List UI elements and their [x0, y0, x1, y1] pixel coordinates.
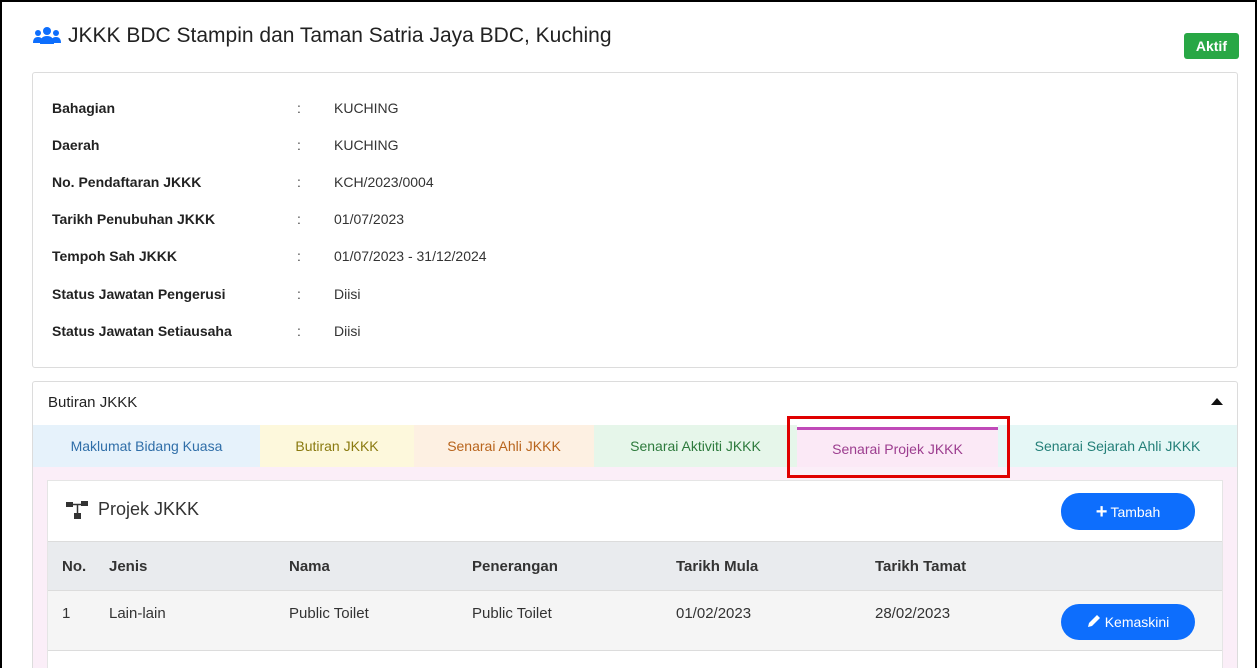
tab-senarai-sejarah-ahli[interactable]: Senarai Sejarah Ahli JKKK [998, 425, 1237, 467]
info-colon: : [297, 248, 301, 264]
info-colon: : [297, 211, 301, 227]
info-value: 01/07/2023 [334, 211, 405, 227]
cell-tarikh-mula: 01/02/2023 [676, 605, 752, 622]
info-label: Tempoh Sah JKKK [52, 248, 177, 264]
col-nama: Nama [289, 558, 330, 575]
page-header: JKKK BDC Stampin dan Taman Satria Jaya B… [2, 2, 1255, 70]
col-no: No. [62, 558, 87, 575]
info-card: Bahagian : KUCHING Daerah : KUCHING No. … [32, 72, 1238, 368]
info-row-status-setiausaha: Status Jawatan Setiausaha : Diisi [52, 320, 360, 342]
info-label: Tarikh Penubuhan JKKK [52, 211, 216, 227]
col-penerangan: Penerangan [472, 558, 558, 575]
info-label: Bahagian [52, 100, 116, 116]
tab-butiran-jkkk[interactable]: Butiran JKKK [260, 425, 414, 467]
info-label: Status Jawatan Setiausaha [52, 323, 232, 339]
tab-bar: Maklumat Bidang Kuasa Butiran JKKK Senar… [33, 425, 1237, 467]
edit-button-label: Kemaskini [1104, 614, 1170, 630]
add-button-label: Tambah [1110, 503, 1161, 520]
edit-button[interactable]: Kemaskini [1061, 604, 1195, 640]
cell-no: 1 [62, 605, 71, 622]
col-tarikh-mula: Tarikh Mula [676, 558, 759, 575]
info-label: Daerah [52, 137, 100, 153]
page-title: JKKK BDC Stampin dan Taman Satria Jaya B… [68, 24, 612, 47]
pencil-icon [1087, 614, 1101, 631]
tab-senarai-aktiviti[interactable]: Senarai Aktiviti JKKK [594, 425, 797, 467]
info-colon: : [297, 323, 301, 339]
table-header: No. Jenis Nama Penerangan Tarikh Mula Ta… [48, 541, 1222, 591]
info-colon: : [297, 174, 301, 190]
plus-icon: + [1095, 500, 1108, 523]
info-row-no-pendaftaran: No. Pendaftaran JKKK : KCH/2023/0004 [52, 171, 434, 193]
details-heading: Butiran JKKK [48, 394, 138, 411]
info-colon: : [297, 137, 301, 153]
info-row-daerah: Daerah : KUCHING [52, 134, 399, 156]
info-value: 01/07/2023 - 31/12/2024 [334, 248, 487, 264]
tab-maklumat-bidang-kuasa[interactable]: Maklumat Bidang Kuasa [33, 425, 260, 467]
info-value: Diisi [334, 323, 361, 339]
col-tarikh-tamat: Tarikh Tamat [875, 558, 967, 575]
info-label: Status Jawatan Pengerusi [52, 286, 226, 302]
users-icon [32, 25, 62, 47]
info-row-status-pengerusi: Status Jawatan Pengerusi : Diisi [52, 283, 360, 305]
tab-panel-projek: Projek JKKK + Tambah No. Jenis Nama Pene… [33, 467, 1237, 668]
tab-senarai-projek[interactable]: Senarai Projek JKKK [797, 427, 998, 467]
projects-title: Projek JKKK [98, 499, 200, 519]
cell-tarikh-tamat: 28/02/2023 [875, 605, 951, 622]
info-row-tempoh-sah: Tempoh Sah JKKK : 01/07/2023 - 31/12/202… [52, 245, 487, 267]
cell-nama: Public Toilet [289, 605, 369, 622]
projects-card: Projek JKKK + Tambah No. Jenis Nama Pene… [47, 480, 1223, 668]
tab-senarai-ahli[interactable]: Senarai Ahli JKKK [414, 425, 594, 467]
info-value: KUCHING [334, 137, 399, 153]
col-jenis: Jenis [109, 558, 148, 575]
cell-jenis: Lain-lain [109, 605, 166, 622]
table-row: 1 Lain-lain Public Toilet Public Toilet … [48, 591, 1222, 651]
info-value: KCH/2023/0004 [334, 174, 434, 190]
cell-penerangan: Public Toilet [472, 605, 552, 622]
add-project-button[interactable]: + Tambah [1061, 493, 1195, 530]
details-card: Butiran JKKK Maklumat Bidang Kuasa Butir… [32, 381, 1238, 668]
info-row-bahagian: Bahagian : KUCHING [52, 97, 399, 119]
info-colon: : [297, 286, 301, 302]
info-label: No. Pendaftaran JKKK [52, 174, 202, 190]
caret-up-icon[interactable] [1211, 398, 1223, 405]
projects-header: Projek JKKK [66, 499, 199, 520]
sitemap-icon [66, 500, 88, 519]
info-value: KUCHING [334, 100, 399, 116]
status-badge: Aktif [1183, 33, 1239, 59]
info-row-tarikh-penubuhan: Tarikh Penubuhan JKKK : 01/07/2023 [52, 208, 404, 230]
info-value: Diisi [334, 286, 361, 302]
info-colon: : [297, 100, 301, 116]
